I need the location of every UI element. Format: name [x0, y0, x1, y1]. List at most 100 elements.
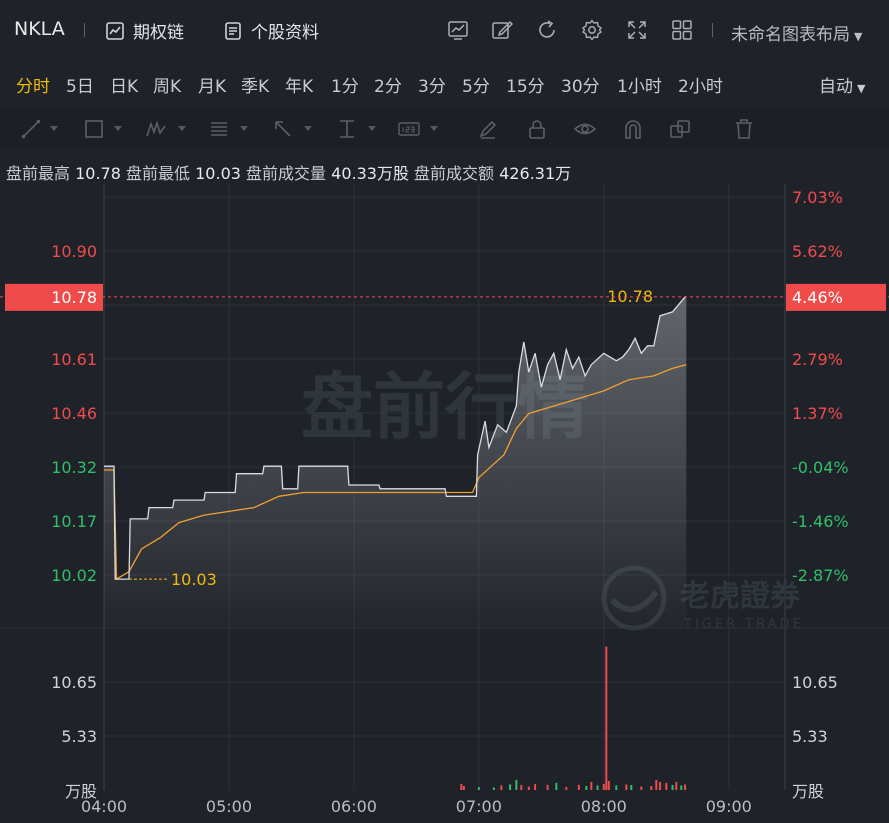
percent-tick-label: 2.79% [792, 350, 843, 369]
volume-bar [640, 786, 643, 790]
volume-bar [671, 784, 674, 790]
scale-mode-label: 自动 [819, 77, 853, 97]
volume-bar [515, 779, 518, 790]
tab-period-10[interactable]: 5分 [462, 72, 490, 97]
chevron-down-icon[interactable] [178, 126, 186, 131]
chevron-down-icon[interactable] [304, 126, 312, 131]
chevron-down-icon[interactable] [240, 126, 248, 131]
volume-bar [577, 784, 580, 790]
chevron-down-icon[interactable] [368, 126, 376, 131]
copy-icon[interactable] [669, 118, 691, 140]
volume-value: 40.33万股 [331, 164, 409, 183]
volume-bar [500, 785, 503, 790]
price-tick-label: 10.90 [51, 242, 97, 261]
scale-mode-selector[interactable]: 自动 ▼ [819, 72, 865, 97]
tab-period-5[interactable]: 季K [241, 72, 269, 97]
volume-bar [492, 787, 495, 790]
volume-bar [615, 785, 618, 790]
price-tick-label: 10.32 [51, 458, 97, 477]
chevron-down-icon[interactable] [50, 126, 58, 131]
layout-title: 未命名图表布局 [731, 25, 850, 45]
chart-grid [0, 184, 889, 790]
percent-tick-label: 5.62% [792, 242, 843, 261]
document-icon [225, 21, 241, 40]
tab-period-3[interactable]: 周K [153, 72, 181, 97]
turnover-label: 盘前成交额 [414, 164, 495, 183]
turnover-value: 426.31万 [499, 164, 572, 183]
low-label: 盘前最低 [126, 164, 191, 183]
time-tick-label: 08:00 [581, 797, 627, 816]
refresh-icon[interactable] [535, 18, 559, 42]
symbol-label[interactable]: NKLA [14, 18, 65, 40]
price-tick-label: 10.02 [51, 566, 97, 585]
top-bar: NKLA 期权链 个股资料 未命名图表布局 ▼ [0, 0, 889, 60]
volume-bar [659, 781, 662, 790]
volume-bar [602, 783, 605, 790]
volume-bar [509, 784, 512, 790]
percent-tick-label: -0.04% [792, 458, 849, 477]
drawing-toolbar [0, 108, 889, 150]
tab-period-0[interactable]: 分时 [16, 72, 50, 97]
premarket-stats: 盘前最高 10.78 盘前最低 10.03 盘前成交量 40.33万股 盘前成交… [6, 160, 571, 184]
trash-icon[interactable] [733, 118, 755, 140]
tab-period-13[interactable]: 1小时 [617, 72, 662, 97]
layout-selector[interactable]: 未命名图表布局 ▼ [731, 20, 862, 45]
brand-name: 老虎證券 [680, 579, 801, 614]
settings-icon[interactable] [580, 18, 604, 42]
rect-tool-icon[interactable] [83, 118, 105, 140]
volume-label: 盘前成交量 [246, 164, 327, 183]
percent-tick-label: -1.46% [792, 512, 849, 531]
volume-bar [546, 784, 549, 790]
volume-bar [477, 786, 480, 790]
edit-icon[interactable] [490, 18, 514, 42]
measure-tool-icon[interactable] [336, 118, 358, 140]
volume-bar [675, 781, 678, 790]
time-tick-label: 09:00 [706, 797, 752, 816]
percent-tick-label: 1.37% [792, 404, 843, 423]
volume-bar [630, 784, 633, 790]
volume-bar [565, 786, 568, 790]
number-tool-icon[interactable] [398, 118, 420, 140]
profile-link[interactable]: 个股资料 [223, 18, 319, 43]
arrow-tool-icon[interactable] [272, 118, 294, 140]
chevron-down-icon[interactable] [430, 126, 438, 131]
price-chart[interactable]: 盘前行情 老虎證券 TIGER TRADE 10.0310.78 10.9010… [0, 184, 889, 823]
tab-period-1[interactable]: 5日 [66, 72, 94, 97]
options-chain-link[interactable]: 期权链 [105, 18, 184, 43]
brush-icon[interactable] [477, 118, 499, 140]
price-tick-label: 10.61 [51, 350, 97, 369]
volume-tick-right: 10.65 [792, 673, 838, 692]
brand-sub: TIGER TRADE [683, 617, 804, 632]
grid-layout-icon[interactable] [670, 18, 694, 42]
tab-period-4[interactable]: 月K [198, 72, 226, 97]
magnet-icon[interactable] [622, 118, 644, 140]
volume-bar [655, 779, 658, 790]
tab-period-8[interactable]: 2分 [374, 72, 402, 97]
chart-indicator-icon[interactable] [446, 18, 470, 42]
volume-bar [460, 783, 463, 790]
tab-period-11[interactable]: 15分 [506, 72, 545, 97]
time-tick-label: 06:00 [331, 797, 377, 816]
fib-tool-icon[interactable] [208, 118, 230, 140]
tab-period-7[interactable]: 1分 [331, 72, 359, 97]
volume-bar [527, 786, 530, 790]
profile-label: 个股资料 [251, 23, 319, 43]
fullscreen-icon[interactable] [625, 18, 649, 42]
tab-period-2[interactable]: 日K [110, 72, 138, 97]
volume-bar [605, 646, 608, 790]
eye-icon[interactable] [574, 118, 596, 140]
chevron-down-icon[interactable] [114, 126, 122, 131]
tab-period-14[interactable]: 2小时 [678, 72, 723, 97]
tab-period-9[interactable]: 3分 [418, 72, 446, 97]
volume-bar [590, 781, 593, 790]
volume-tick-left: 10.65 [51, 673, 97, 692]
lock-icon[interactable] [526, 118, 548, 140]
period-tabs: 分时 5日 日K 周K 月K 季K 年K 1分 2分 3分 5分 15分 30分… [0, 62, 889, 104]
line-tool-icon[interactable] [20, 118, 42, 140]
time-tick-label: 05:00 [206, 797, 252, 816]
tab-period-6[interactable]: 年K [285, 72, 313, 97]
current-percent-label: 4.46% [792, 288, 843, 307]
volume-bar [520, 784, 523, 790]
wave-tool-icon[interactable] [145, 118, 167, 140]
tab-period-12[interactable]: 30分 [561, 72, 600, 97]
